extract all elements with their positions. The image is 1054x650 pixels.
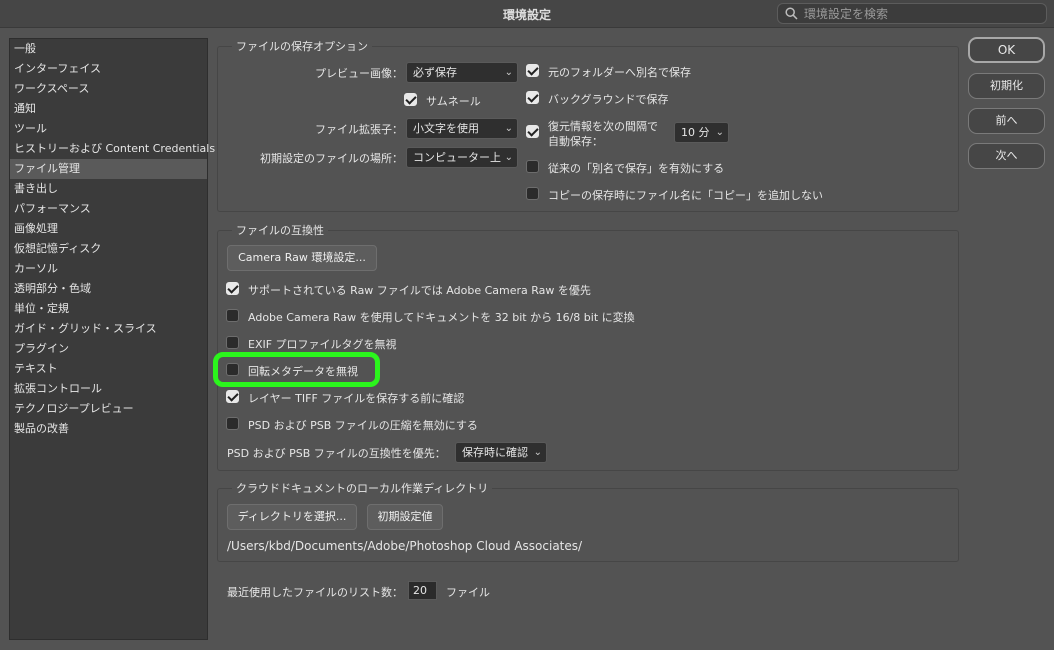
sidebar-item-workspace[interactable]: ワークスペース [10, 79, 207, 99]
maximize-compat-value: 保存時に確認 [462, 446, 528, 459]
search-input[interactable] [804, 5, 1039, 22]
legacy-save-as-checkbox[interactable] [526, 160, 539, 173]
sidebar-item-history[interactable]: ヒストリーおよび Content Credentials [10, 139, 215, 159]
chevron-down-icon: ⌄ [504, 67, 513, 78]
default-location-select[interactable]: コンピューター上 ⌄ [406, 147, 518, 168]
sidebar-item-technology-previews[interactable]: テクノロジープレビュー [10, 399, 207, 419]
save-as-original-checkbox[interactable] [526, 64, 539, 77]
ok-button[interactable]: OK [968, 37, 1045, 63]
save-as-original-label: 元のフォルダーへ別名で保存 [548, 66, 691, 79]
ignore-exif-label: EXIF プロファイルタグを無視 [248, 338, 397, 351]
sidebar-item-enhanced-controls[interactable]: 拡張コントロール [10, 379, 207, 399]
maximize-compat-select[interactable]: 保存時に確認 ⌄ [455, 442, 547, 463]
title-bar: 環境設定 [0, 0, 1054, 28]
prev-button[interactable]: 前へ [968, 108, 1045, 134]
default-location-label: 初期設定のファイルの場所： [260, 152, 403, 165]
sidebar-item-units-rulers[interactable]: 単位・定規 [10, 299, 207, 319]
extension-select-value: 小文字を使用 [413, 122, 479, 135]
recent-files-input[interactable]: 20 [408, 581, 437, 600]
recent-files-unit: ファイル [446, 586, 490, 599]
sidebar-item-interface[interactable]: インターフェイス [10, 59, 207, 79]
cloud-dir-path: /Users/kbd/Documents/Adobe/Photoshop Clo… [227, 539, 583, 553]
disable-psd-compression-label: PSD および PSB ファイルの圧縮を無効にする [248, 419, 478, 432]
sidebar-item-type[interactable]: テキスト [10, 359, 207, 379]
autosave-label-line2: 自動保存： [548, 135, 603, 148]
default-directory-button[interactable]: 初期設定値 [367, 504, 443, 530]
legacy-save-as-label: 従来の「別名で保存」を有効にする [548, 162, 725, 175]
sidebar-item-cursors[interactable]: カーソル [10, 259, 207, 279]
cloud-dir-legend: クラウドドキュメントのローカル作業ディレクトリ [236, 482, 489, 495]
background-save-checkbox[interactable] [526, 91, 539, 104]
sidebar-item-export[interactable]: 書き出し [10, 179, 207, 199]
ask-tiff-checkbox[interactable] [226, 390, 239, 403]
sidebar-item-file-handling[interactable]: ファイル管理 [10, 159, 207, 179]
convert-bit-checkbox[interactable] [226, 309, 239, 322]
chevron-down-icon: ⌄ [715, 127, 724, 138]
sidebar-item-transparency[interactable]: 透明部分・色域 [10, 279, 207, 299]
sidebar-item-performance[interactable]: パフォーマンス [10, 199, 207, 219]
preview-select[interactable]: 必ず保存 ⌄ [406, 62, 518, 83]
ext-label: ファイル拡張子： [315, 123, 403, 136]
disable-psd-compression-checkbox[interactable] [226, 417, 239, 430]
next-button[interactable]: 次へ [968, 143, 1045, 169]
sidebar-item-notifications[interactable]: 通知 [10, 99, 207, 119]
convert-bit-label: Adobe Camera Raw を使用してドキュメントを 32 bit から … [248, 311, 635, 324]
default-location-value: コンピューター上 [413, 151, 501, 164]
thumbnail-checkbox[interactable] [404, 93, 417, 106]
sidebar-item-product-improvement[interactable]: 製品の改善 [10, 419, 207, 439]
sidebar-item-guides[interactable]: ガイド・グリッド・スライス [10, 319, 207, 339]
sidebar-item-tools[interactable]: ツール [10, 119, 207, 139]
sidebar-item-plugins[interactable]: プラグイン [10, 339, 207, 359]
copy-suffix-checkbox[interactable] [526, 187, 539, 200]
prefer-acr-checkbox[interactable] [226, 282, 239, 295]
chevron-down-icon: ⌄ [504, 123, 513, 134]
search-box[interactable] [777, 3, 1047, 24]
reset-button[interactable]: 初期化 [968, 73, 1045, 99]
background-save-label: バックグラウンドで保存 [548, 93, 669, 106]
sidebar-item-image-processing[interactable]: 画像処理 [10, 219, 207, 239]
copy-suffix-label: コピーの保存時にファイル名に「コピー」を追加しない [548, 189, 823, 202]
camera-raw-prefs-button[interactable]: Camera Raw 環境設定... [227, 245, 377, 271]
preview-label: プレビュー画像： [315, 67, 403, 80]
prefer-acr-label: サポートされている Raw ファイルでは Adobe Camera Raw を優… [248, 284, 591, 297]
ask-tiff-label: レイヤー TIFF ファイルを保存する前に確認 [248, 392, 465, 405]
autosave-interval-value: 10 分 [681, 126, 710, 139]
recent-files-label: 最近使用したファイルのリスト数： [227, 586, 403, 599]
extension-select[interactable]: 小文字を使用 ⌄ [406, 118, 518, 139]
preview-select-value: 必ず保存 [413, 66, 457, 79]
autosave-interval-select[interactable]: 10 分 ⌄ [674, 122, 729, 143]
ignore-exif-checkbox[interactable] [226, 336, 239, 349]
sidebar-item-scratch-disks[interactable]: 仮想記憶ディスク [10, 239, 207, 259]
autosave-checkbox[interactable] [526, 125, 539, 138]
maximize-compat-label: PSD および PSB ファイルの互換性を優先： [227, 447, 446, 460]
sidebar: 一般 インターフェイス ワークスペース 通知 ツール ヒストリーおよび Cont… [9, 38, 215, 640]
save-options-legend: ファイルの保存オプション [236, 40, 368, 53]
sidebar-item-general[interactable]: 一般 [10, 39, 207, 59]
highlight-annotation [213, 352, 380, 387]
compatibility-legend: ファイルの互換性 [236, 224, 324, 237]
chevron-down-icon: ⌄ [533, 447, 542, 458]
choose-directory-button[interactable]: ディレクトリを選択... [227, 504, 357, 530]
search-icon [785, 7, 798, 20]
chevron-down-icon: ⌄ [504, 152, 513, 163]
thumbnail-label: サムネール [426, 95, 481, 108]
autosave-label-line1: 復元情報を次の間隔で [548, 120, 658, 133]
